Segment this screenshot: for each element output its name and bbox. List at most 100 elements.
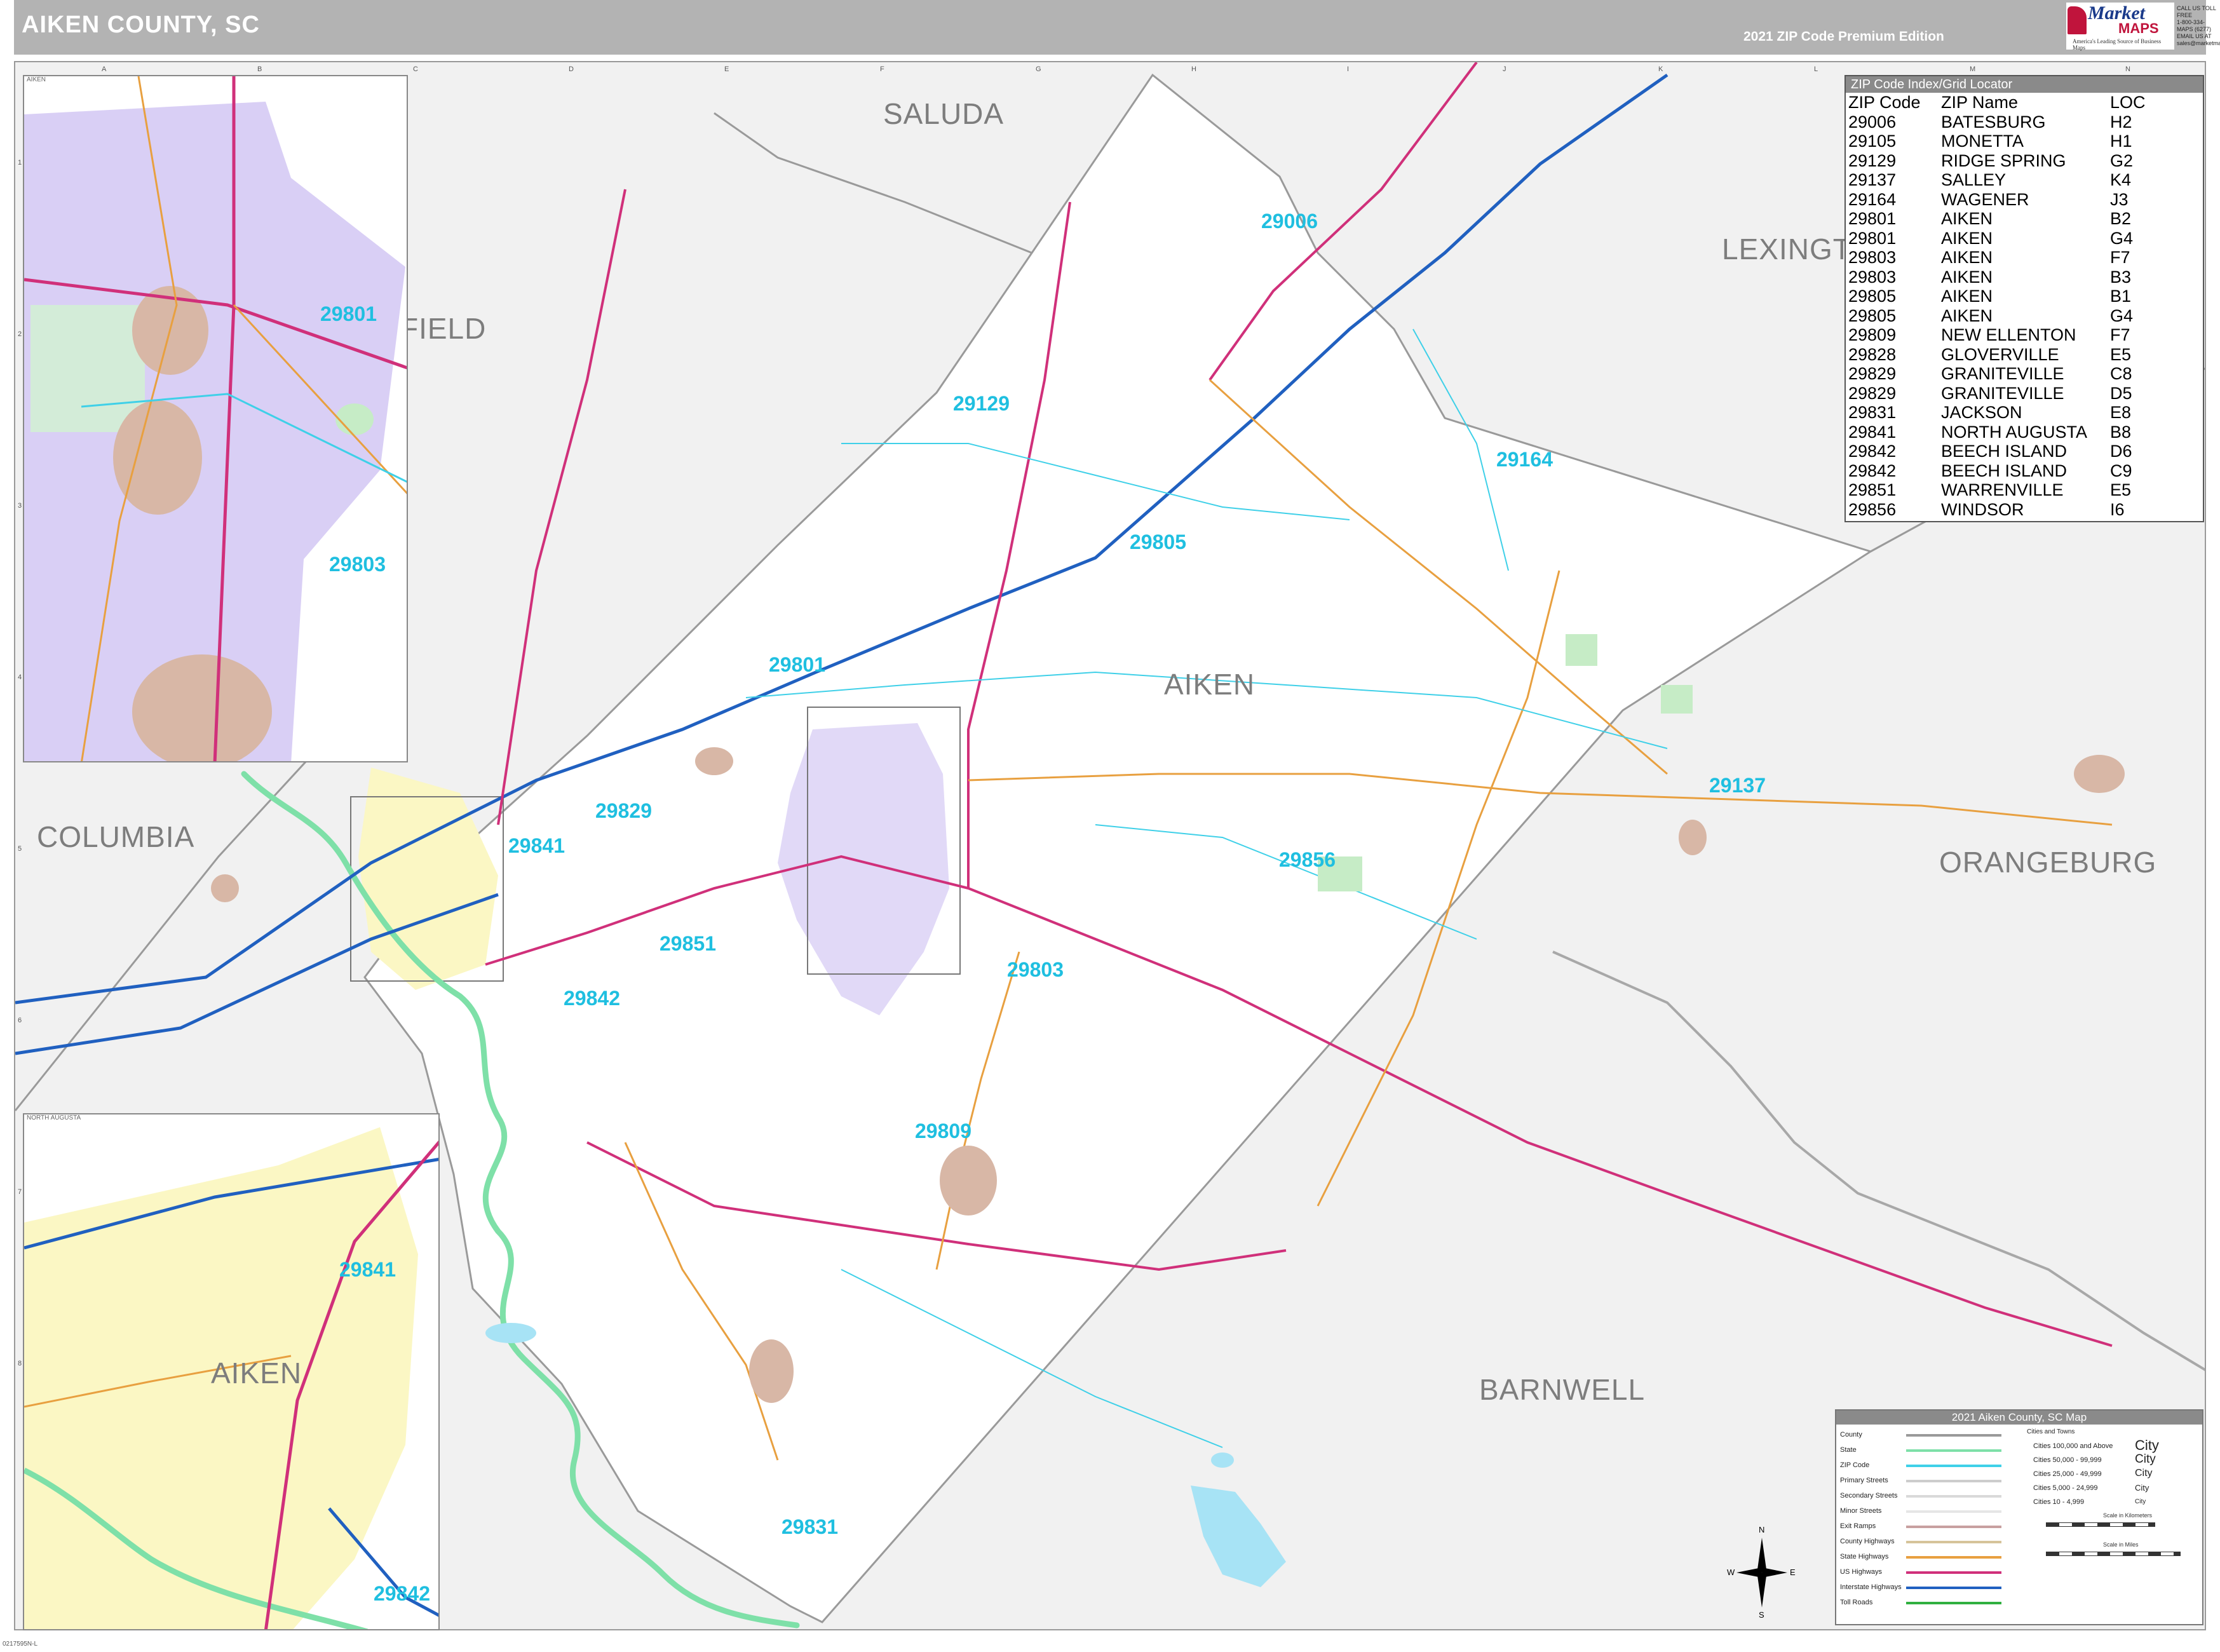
legend-item-label: County: [1840, 1431, 1862, 1439]
town-area: [749, 1339, 794, 1403]
zip-label: 29164: [1496, 448, 1553, 471]
legend-item-label: US Highways: [1840, 1568, 1883, 1576]
legend-item-label: State: [1840, 1446, 1857, 1454]
grid-number: 7: [18, 1188, 22, 1196]
legend-item-label: Exit Ramps: [1840, 1522, 1876, 1530]
legend-item-label: County Highways: [1840, 1538, 1895, 1545]
zip-label: 29829: [595, 799, 652, 822]
logo-tagline: America's Leading Source of Business Map…: [2073, 38, 2162, 51]
grid-letter: C: [413, 65, 418, 73]
market-maps-logo: Market MAPS America's Leading Source of …: [2066, 3, 2174, 51]
park-area: [30, 305, 145, 432]
compass-graphic: [1736, 1538, 1787, 1608]
lake: [1191, 1486, 1286, 1587]
zip-label: 29842: [564, 987, 620, 1010]
legend-item-label: Minor Streets: [1840, 1507, 1882, 1515]
grid-loc-cell: K4: [2110, 170, 2132, 189]
legend-city-range: Cities 50,000 - 99,999: [2033, 1456, 2102, 1464]
zip-name-cell: BEECH ISLAND: [1941, 461, 2068, 480]
table-row: 29801 AIKEN G4: [1848, 229, 2161, 248]
grid-loc-cell: G4: [2110, 306, 2134, 325]
park-area: [1566, 634, 1597, 666]
grid-number: 2: [18, 330, 22, 338]
north-augusta-inset-map[interactable]: NORTH AUGUSTA 29841 AIKEN 29842: [23, 1113, 440, 1630]
grid-letter: I: [1347, 65, 1350, 73]
legend-city-range: Cities 25,000 - 49,999: [2033, 1470, 2102, 1478]
zip-index-title: ZIP Code Index/Grid Locator: [1846, 76, 2203, 93]
county-label-edgefield: FIELD: [400, 312, 487, 345]
grid-loc-cell: C8: [2110, 364, 2132, 383]
map-legend: 2021 Aiken County, SC Map County State ZIP…: [1835, 1409, 2203, 1625]
scale-km-label: Scale in Kilometers: [2103, 1512, 2153, 1519]
grid-loc-cell: E5: [2110, 480, 2132, 499]
grid-number: 1: [18, 159, 22, 166]
zip-index-rows: 29006 BATESBURG H2 29105 MONETTA H1 29129 RIDGE…: [1848, 112, 2161, 520]
contact-line: 1-800-334-MAPS (6277): [2177, 19, 2212, 32]
legend-line-swatch: [1906, 1602, 2001, 1604]
column-header: LOC: [2110, 93, 2146, 112]
grid-loc-cell: G4: [2110, 228, 2134, 248]
legend-line-swatch: [1906, 1526, 2001, 1528]
county-label-columbia: COLUMBIA: [37, 820, 195, 853]
legend-line-swatch: [1906, 1449, 2001, 1452]
compass-n: N: [1759, 1525, 1765, 1534]
legend-item-label: State Highways: [1840, 1553, 1889, 1561]
zip-index-table-panel: ZIP Code Index/Grid Locator ZIP Code ZIP…: [1844, 75, 2204, 522]
table-row: 29803 AIKEN B3: [1848, 267, 2161, 287]
zip-label: 29841: [339, 1258, 396, 1281]
aiken-inset-map[interactable]: AIKEN 29801 29803: [23, 75, 408, 762]
grid-loc-cell: D5: [2110, 383, 2132, 403]
table-row: 29164 WAGENER J3: [1848, 190, 2161, 210]
edition-label: 2021 ZIP Code Premium Edition: [1743, 29, 1944, 44]
compass-rose-icon: N S E W: [1727, 1525, 1797, 1620]
town-area: [211, 874, 239, 902]
county-label-saluda: SALUDA: [883, 97, 1005, 130]
grid-letter: D: [569, 65, 574, 73]
zip-name-cell: GLOVERVILLE: [1941, 344, 2059, 364]
grid-letter: B: [257, 65, 262, 73]
table-row: 29856 WINDSOR I6: [1848, 500, 2161, 520]
zip-name-cell: NORTH AUGUSTA: [1941, 422, 2088, 442]
north-augusta-city-area: [358, 768, 498, 990]
zip-code-cell: 29801: [1848, 228, 1897, 248]
map-title: AIKEN COUNTY, SC: [22, 11, 260, 38]
grid-loc-cell: H1: [2110, 132, 2132, 151]
county-label-aiken-inset: AIKEN: [211, 1357, 302, 1390]
grid-number: 6: [18, 1017, 22, 1024]
zip-name-cell: SALLEY: [1941, 170, 2007, 189]
grid-loc-cell: I6: [2110, 499, 2125, 519]
legend-item-label: ZIP Code: [1840, 1461, 1870, 1469]
zip-name-cell: MONETTA: [1941, 132, 2024, 151]
legend-item-label: Primary Streets: [1840, 1477, 1888, 1484]
table-row: 29831 JACKSON E8: [1848, 403, 2161, 423]
compass-w: W: [1727, 1567, 1735, 1577]
header-bar: AIKEN COUNTY, SC 2021 ZIP Code Premium E…: [14, 0, 2220, 55]
zip-code-cell: 29803: [1848, 248, 1897, 267]
table-row: 29801 AIKEN B2: [1848, 209, 2161, 229]
contact-line: sales@marketmaps.com: [2177, 40, 2220, 46]
zip-name-cell: AIKEN: [1941, 267, 1993, 287]
aiken-inset-canvas: [24, 76, 407, 761]
zip-label: 29803: [1007, 958, 1064, 981]
zip-code-cell: 29006: [1848, 112, 1897, 132]
table-row: 29809 NEW ELLENTON F7: [1848, 325, 2161, 345]
zip-index-table: ZIP Code ZIP Name LOC 29006 BATESBURG H2 29…: [1848, 93, 2161, 519]
zip-name-cell: NEW ELLENTON: [1941, 325, 2076, 344]
legend-cities-header: Cities and Towns: [2027, 1428, 2075, 1435]
scale-bar-km: [2046, 1522, 2155, 1527]
grid-letter: G: [1036, 65, 1041, 73]
zip-name-cell: BEECH ISLAND: [1941, 442, 2068, 461]
grid-letter: A: [102, 65, 107, 73]
grid-letter: H: [1191, 65, 1196, 73]
table-header-row: ZIP Code ZIP Name LOC: [1848, 93, 2161, 112]
grid-loc-cell: F7: [2110, 325, 2130, 344]
zip-name-cell: AIKEN: [1941, 228, 1993, 248]
zip-code-cell: 29801: [1848, 209, 1897, 228]
grid-loc-cell: B1: [2110, 287, 2132, 306]
legend-line-swatch: [1906, 1480, 2001, 1482]
column-header: ZIP Name: [1941, 93, 2019, 112]
zip-name-cell: GRANITEVILLE: [1941, 364, 2064, 383]
grid-loc-cell: C9: [2110, 461, 2132, 480]
zip-name-cell: WARRENVILLE: [1941, 480, 2064, 499]
legend-city-range: Cities 5,000 - 24,999: [2033, 1484, 2098, 1492]
